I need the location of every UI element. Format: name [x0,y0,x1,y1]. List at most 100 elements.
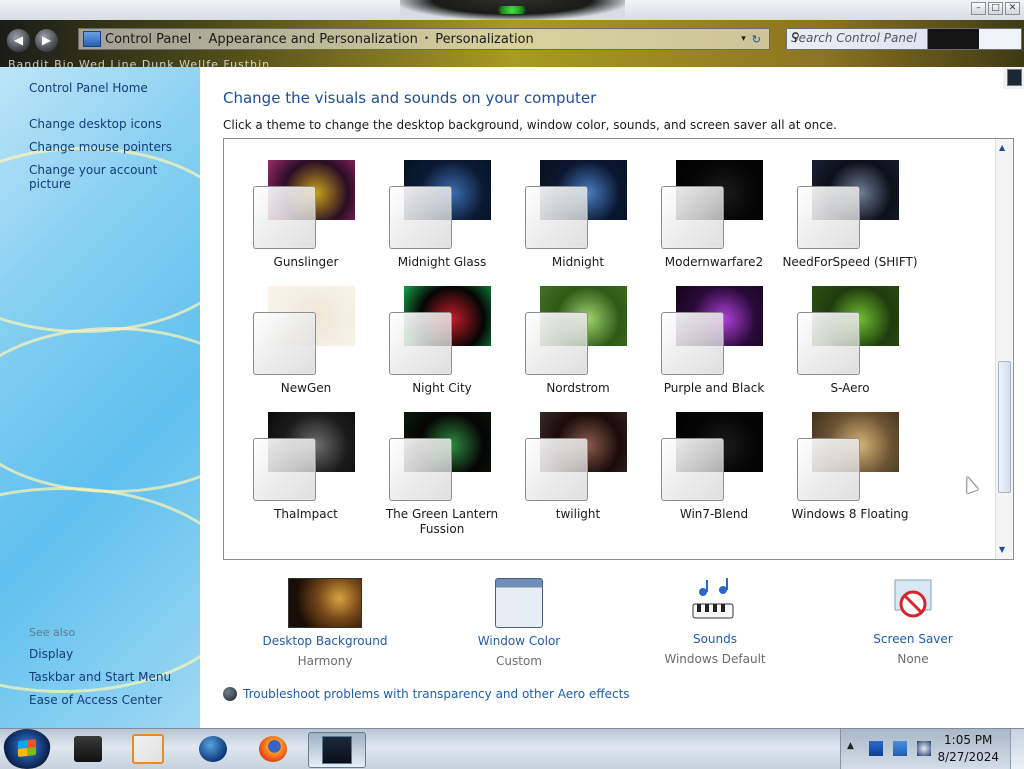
sidebar-link-mouse-pointers[interactable]: Change mouse pointers [29,140,172,154]
minimize-button[interactable]: – [971,2,986,15]
breadcrumb: Control Panel • Appearance and Personali… [78,28,770,50]
theme-window-preview [525,438,588,501]
tool-value: Harmony [297,654,353,668]
volume-icon[interactable] [917,741,931,756]
tool-name[interactable]: Sounds [635,632,795,646]
breadcrumb-control-panel[interactable]: Control Panel [105,32,191,47]
clock-date: 8/27/2024 [937,750,999,764]
theme-item[interactable]: S-Aero [782,265,918,395]
theme-item[interactable]: Purple and Black [646,265,782,395]
theme-window-preview [797,438,860,501]
taskbar-item-personalization[interactable] [308,732,366,768]
see-also-heading: See also [29,626,76,639]
breadcrumb-appearance[interactable]: Appearance and Personalization [209,32,418,47]
theme-window-preview [797,312,860,375]
theme-item[interactable]: Midnight Glass [374,139,510,269]
taskbar: ▲ 1:05 PM 8/27/2024 [0,728,1024,769]
troubleshoot-link[interactable]: Troubleshoot problems with transparency … [223,687,630,701]
tool-desktop-background[interactable]: Desktop Background Harmony [245,578,405,668]
breadcrumb-separator[interactable]: • [197,34,202,44]
taskbar-item-firefox[interactable] [245,732,301,766]
scroll-down-icon[interactable]: ▼ [999,545,1005,554]
theme-list[interactable]: Gunslinger Midnight Glass Midnight Modernwa… [223,138,1014,560]
tool-window-color[interactable]: Window Color Custom [439,578,599,668]
theme-window-preview [389,186,452,249]
sidebar-link-ease-of-access[interactable]: Ease of Access Center [29,693,162,707]
network-icon[interactable] [893,741,907,756]
bluetooth-icon[interactable] [869,741,883,756]
theme-item[interactable]: Midnight [510,139,646,269]
theme-item[interactable]: Win7-Blend [646,391,782,521]
theme-list-scrollbar[interactable]: ▲ ▼ [995,139,1013,559]
help-icon[interactable] [1007,69,1022,86]
sidebar-link-display[interactable]: Display [29,647,73,661]
theme-item[interactable]: twilight [510,391,646,521]
refresh-icon[interactable]: ↻ [752,33,761,46]
theme-item[interactable]: ThaImpact [238,391,374,521]
theme-item[interactable]: Modernwarfare2 [646,139,782,269]
tool-name[interactable]: Window Color [439,634,599,648]
breadcrumb-personalization[interactable]: Personalization [435,32,534,47]
theme-item[interactable]: NeedForSpeed (SHIFT) [782,139,918,269]
address-bar: ◀ ▶ Control Panel • Appearance and Perso… [0,20,1024,71]
wallpaper-swirl [0,327,200,493]
theme-item[interactable]: NewGen [238,265,374,395]
back-button[interactable]: ◀ [6,28,31,53]
theme-window-preview [253,186,316,249]
theme-label: Windows 8 Floating [791,507,909,521]
maximize-button[interactable]: □ [988,2,1003,15]
theme-item[interactable]: The Green Lantern Fussion [374,391,510,536]
sidebar-link-desktop-icons[interactable]: Change desktop icons [29,117,162,131]
forward-button[interactable]: ▶ [34,28,59,53]
tool-value: None [897,652,929,666]
theme-label: The Green Lantern Fussion [385,507,499,536]
sidebar-link-taskbar[interactable]: Taskbar and Start Menu [29,670,171,684]
tool-sounds[interactable]: Sounds Windows Default [635,578,795,666]
sidebar-link-account-picture[interactable]: Change your account picture [29,163,200,191]
theme-label: twilight [555,507,601,521]
breadcrumb-separator[interactable]: • [424,34,429,44]
title-bar: – □ ✕ [0,0,1024,20]
theme-item[interactable]: Windows 8 Floating [782,391,918,521]
address-dropdown-icon[interactable]: ▾ [741,34,746,44]
taskbar-item-browser[interactable] [185,732,241,766]
scrollbar-thumb[interactable] [998,361,1011,493]
tool-name[interactable]: Screen Saver [833,632,993,646]
window-color-icon [495,578,543,628]
theme-label: Win7-Blend [679,507,749,521]
clock[interactable]: 1:05 PM 8/27/2024 [937,732,999,766]
theme-label: ThaImpact [274,507,338,521]
theme-window-preview [525,186,588,249]
troubleshoot-text[interactable]: Troubleshoot problems with transparency … [243,687,630,701]
theme-window-preview [661,438,724,501]
theme-window-preview [253,438,316,501]
taskbar-item-media-player[interactable] [120,732,176,766]
browser-globe-icon [199,736,227,762]
page-title: Change the visuals and sounds on your co… [223,89,597,107]
troubleshoot-icon [223,687,237,701]
left-navigation-pane: Control Panel Home Change desktop icons … [0,67,200,728]
theme-item[interactable]: Nordstrom [510,265,646,395]
show-desktop-button[interactable] [1010,729,1024,769]
search-input[interactable]: Search Control Panel ⚲ [786,28,1022,50]
tool-value: Windows Default [664,652,766,666]
theme-item[interactable]: Gunslinger [238,139,374,269]
taskbar-item-file-manager[interactable] [60,732,116,766]
page-subtitle: Click a theme to change the desktop back… [223,118,837,132]
title-led-icon [498,6,526,14]
theme-window-preview [525,312,588,375]
sidebar-link-control-panel-home[interactable]: Control Panel Home [29,81,148,95]
theme-window-preview [661,312,724,375]
search-icon[interactable]: ⚲ [791,30,1016,44]
tool-screen-saver[interactable]: Screen Saver None [833,578,993,666]
show-hidden-icons-icon[interactable]: ▲ [847,741,854,751]
firefox-icon [259,736,287,762]
window-controls: – □ ✕ [971,2,1020,15]
tool-value: Custom [496,654,542,668]
close-button[interactable]: ✕ [1005,2,1020,15]
theme-item[interactable]: Night City [374,265,510,395]
tool-name[interactable]: Desktop Background [245,634,405,648]
theme-window-preview [253,312,316,375]
scroll-up-icon[interactable]: ▲ [999,143,1005,152]
start-button[interactable] [3,729,51,769]
